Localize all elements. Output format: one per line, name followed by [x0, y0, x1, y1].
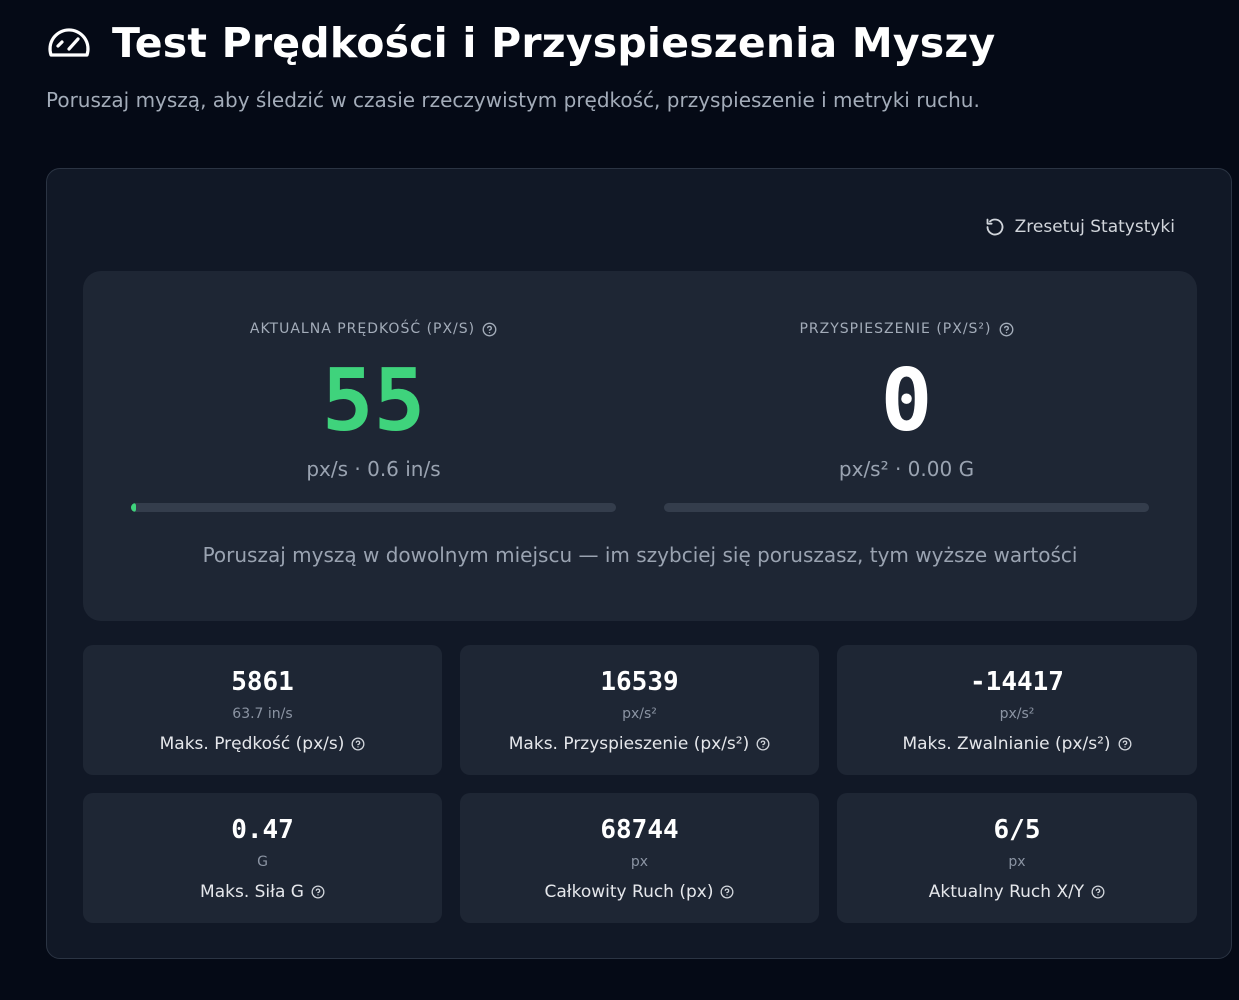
acceleration-value: 0: [880, 351, 933, 451]
stat-value: 6/5: [993, 815, 1041, 845]
acceleration-label-text: PRZYSPIESZENIE (PX/S²): [799, 321, 992, 337]
stat-label-text: Maks. Zwalnianie (px/s²): [902, 734, 1111, 754]
page-title: Test Prędkości i Przyspieszenia Myszy: [112, 19, 996, 67]
stat-value: -14417: [970, 667, 1064, 697]
stat-value: 68744: [600, 815, 679, 845]
acceleration-progress-bar: [664, 503, 1149, 512]
stat-label: Maks. Przyspieszenie (px/s²): [460, 734, 819, 754]
speed-progress-fill: [131, 503, 136, 512]
help-circle-icon[interactable]: [999, 322, 1014, 337]
stat-label-text: Aktualny Ruch X/Y: [928, 882, 1085, 902]
speed-value: 55: [321, 351, 426, 451]
help-circle-icon[interactable]: [351, 737, 365, 751]
stat-value: 5861: [231, 667, 294, 697]
stat-value: 0.47: [231, 815, 294, 845]
stat-label: Maks. Prędkość (px/s): [83, 734, 442, 754]
help-circle-icon[interactable]: [756, 737, 770, 751]
stat-unit: G: [257, 854, 268, 870]
stat-label-text: Maks. Prędkość (px/s): [159, 734, 345, 754]
reset-stats-label: Zresetuj Statystyki: [1014, 217, 1175, 237]
stat-label-text: Maks. Przyspieszenie (px/s²): [508, 734, 750, 754]
help-circle-icon[interactable]: [1118, 737, 1132, 751]
rotate-ccw-icon: [985, 217, 1005, 237]
speed-progress-bar: [131, 503, 616, 512]
speed-label-text: AKTUALNA PRĘDKOŚĆ (PX/S): [249, 321, 476, 337]
page-header: Test Prędkości i Przyspieszenia Myszy Po…: [46, 16, 1196, 112]
speed-unit: px/s · 0.6 in/s: [306, 457, 441, 481]
title-row: Test Prędkości i Przyspieszenia Myszy: [46, 16, 1196, 70]
speed-meter-label: AKTUALNA PRĘDKOŚĆ (PX/S): [131, 321, 616, 337]
stat-value: 16539: [600, 667, 679, 697]
stat-label: Aktualny Ruch X/Y: [837, 882, 1197, 902]
help-circle-icon[interactable]: [1091, 885, 1105, 899]
acceleration-unit: px/s² · 0.00 G: [838, 457, 975, 481]
acceleration-meter: PRZYSPIESZENIE (PX/S²) 0 px/s² · 0.00 G: [664, 271, 1149, 521]
stat-label: Maks. Siła G: [83, 882, 442, 902]
page-subtitle: Poruszaj myszą, aby śledzić w czasie rze…: [46, 88, 980, 112]
stat-label: Całkowity Ruch (px): [460, 882, 819, 902]
speed-meter: AKTUALNA PRĘDKOŚĆ (PX/S) 55 px/s · 0.6 i…: [131, 271, 616, 521]
stat-unit: px: [1008, 854, 1026, 870]
main-panel: Zresetuj Statystyki AKTUALNA PRĘDKOŚĆ (P…: [46, 168, 1232, 959]
stat-card-max-g-force: 0.47 G Maks. Siła G: [83, 793, 442, 923]
live-meters-card: AKTUALNA PRĘDKOŚĆ (PX/S) 55 px/s · 0.6 i…: [83, 271, 1197, 621]
stat-unit: px/s²: [622, 706, 657, 722]
stat-card-total-movement: 68744 px Całkowity Ruch (px): [460, 793, 819, 923]
stat-label: Maks. Zwalnianie (px/s²): [837, 734, 1197, 754]
acceleration-meter-label: PRZYSPIESZENIE (PX/S²): [664, 321, 1149, 337]
gauge-icon: [46, 26, 92, 60]
stat-card-max-speed: 5861 63.7 in/s Maks. Prędkość (px/s): [83, 645, 442, 775]
help-circle-icon[interactable]: [482, 322, 497, 337]
stat-card-current-movement-xy: 6/5 px Aktualny Ruch X/Y: [837, 793, 1197, 923]
stat-label-text: Maks. Siła G: [200, 882, 304, 902]
help-circle-icon[interactable]: [720, 885, 734, 899]
help-circle-icon[interactable]: [311, 885, 325, 899]
stat-unit: px/s²: [999, 706, 1035, 722]
stats-grid: 5861 63.7 in/s Maks. Prędkość (px/s) 165…: [83, 645, 1197, 923]
stat-label-text: Całkowity Ruch (px): [544, 882, 714, 902]
movement-hint: Poruszaj myszą w dowolnym miejscu — im s…: [202, 543, 1078, 567]
reset-stats-button[interactable]: Zresetuj Statystyki: [983, 211, 1177, 243]
stat-unit: px: [630, 854, 649, 870]
stat-unit: 63.7 in/s: [232, 706, 293, 722]
stat-card-max-acceleration: 16539 px/s² Maks. Przyspieszenie (px/s²): [460, 645, 819, 775]
stat-card-max-deceleration: -14417 px/s² Maks. Zwalnianie (px/s²): [837, 645, 1197, 775]
